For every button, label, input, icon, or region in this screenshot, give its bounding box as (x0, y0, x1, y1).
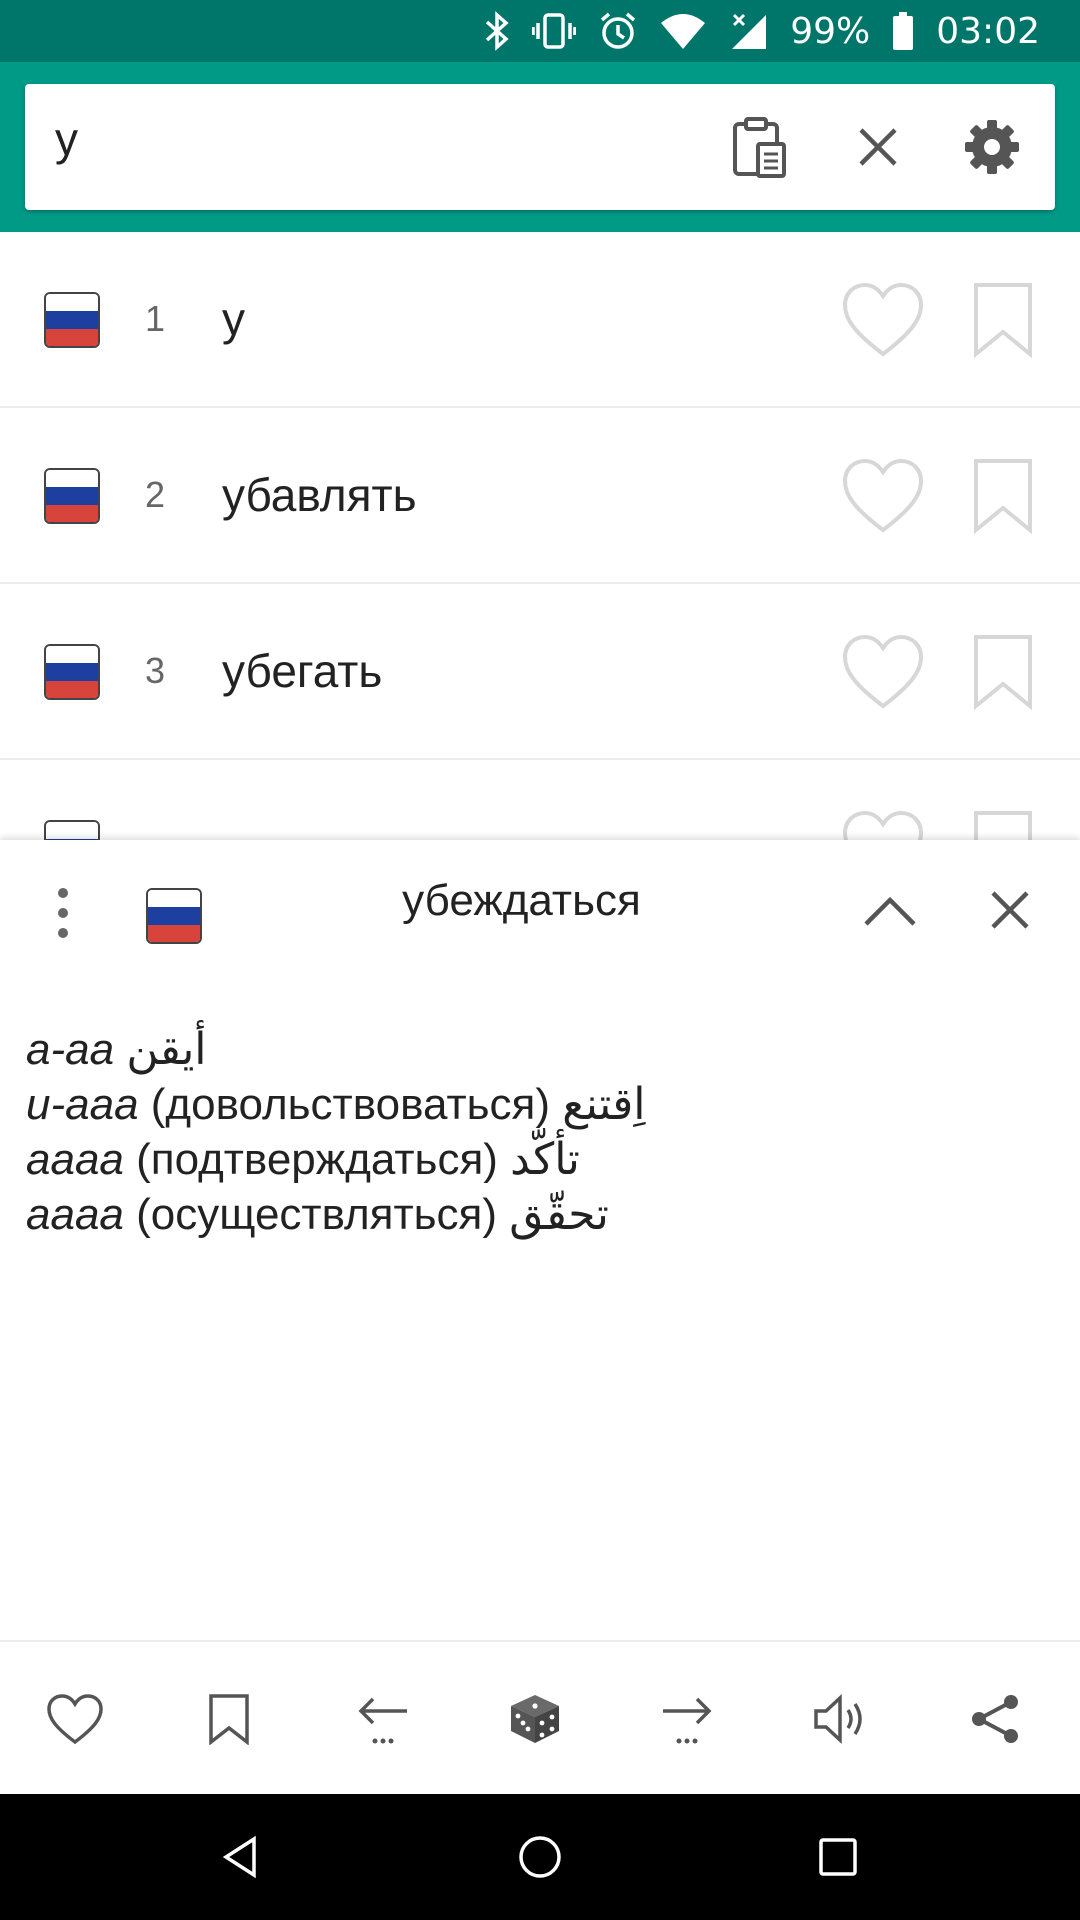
clipboard-icon (733, 117, 786, 178)
list-item-partial[interactable] (0, 760, 1080, 840)
word-list: 1 у 2 убавлять 3 убегать (0, 232, 1080, 840)
def-gloss: (довольствоваться) (150, 1080, 551, 1129)
share-icon (972, 1695, 1018, 1743)
bookmark-button[interactable] (194, 1684, 264, 1754)
bookmark-icon[interactable] (972, 634, 1034, 715)
clock: 03:02 (936, 10, 1040, 52)
random-button[interactable] (500, 1684, 570, 1754)
vibrate-icon (532, 11, 577, 51)
definition-list: а-аа أيقن и-ааа (довольствоваться) اِقتن… (26, 1022, 645, 1242)
signal-icon (728, 11, 768, 51)
item-word: убавлять (222, 469, 417, 521)
russian-flag-icon (44, 820, 100, 840)
alarm-icon (598, 11, 638, 51)
bookmark-icon[interactable] (972, 282, 1034, 363)
russian-flag-icon (44, 468, 100, 524)
nav-recents-button[interactable] (803, 1822, 873, 1892)
bookmark-icon[interactable] (972, 810, 1034, 840)
search-box[interactable]: у (25, 84, 1055, 210)
settings-button[interactable] (957, 112, 1027, 182)
search-input[interactable]: у (55, 112, 78, 166)
system-nav-bar (0, 1794, 1080, 1920)
clear-search-button[interactable] (843, 112, 913, 182)
item-number: 2 (145, 474, 166, 515)
screen: 99% 03:02 у 1 у 2 убавлять 3 убегать убе… (0, 0, 1080, 1920)
app-header: у (0, 62, 1080, 232)
def-translation: تأكّد (510, 1135, 580, 1184)
def-translation: أيقن (126, 1025, 207, 1074)
def-form: аааа (26, 1190, 124, 1239)
nav-back-button[interactable] (205, 1822, 275, 1892)
clipboard-button[interactable] (725, 112, 795, 182)
chevron-up-icon[interactable] (862, 890, 918, 935)
bluetooth-icon (484, 11, 510, 51)
item-number: 1 (145, 298, 166, 339)
heart-icon[interactable] (842, 282, 924, 363)
item-number: 3 (145, 650, 166, 691)
definition-line: аааа (осуществляться) تحقّق (26, 1187, 645, 1242)
bookmark-icon (209, 1694, 249, 1745)
def-gloss: (осуществляться) (136, 1190, 497, 1239)
item-word: у (222, 293, 245, 345)
def-translation: تحقّق (509, 1190, 609, 1239)
list-item[interactable]: 3 убегать (0, 584, 1080, 760)
def-form: аааа (26, 1135, 124, 1184)
pronounce-button[interactable] (806, 1684, 876, 1754)
nav-home-icon (519, 1836, 561, 1878)
list-item[interactable]: 2 убавлять (0, 408, 1080, 584)
detail-panel: убеждаться а-аа أيقن и-ааа (довольствова… (0, 840, 1080, 1640)
battery-icon (892, 11, 914, 51)
bottom-toolbar (0, 1640, 1080, 1794)
next-button[interactable] (652, 1684, 722, 1754)
clear-icon (859, 128, 897, 166)
dice-icon (511, 1695, 559, 1743)
heart-icon[interactable] (842, 810, 924, 840)
status-bar: 99% 03:02 (0, 0, 1080, 62)
nav-back-icon (222, 1835, 256, 1879)
list-item[interactable]: 1 у (0, 232, 1080, 408)
back-arrow-icon (358, 1697, 407, 1744)
bookmark-icon[interactable] (972, 458, 1034, 539)
heart-icon[interactable] (842, 458, 924, 539)
previous-button[interactable] (348, 1684, 418, 1754)
def-gloss: (подтверждаться) (136, 1135, 498, 1184)
russian-flag-icon (44, 644, 100, 700)
russian-flag-icon (44, 292, 100, 348)
forward-arrow-icon (663, 1697, 712, 1744)
nav-recents-icon (819, 1838, 857, 1876)
item-word: убегать (222, 645, 383, 697)
settings-icon (965, 120, 1019, 174)
heart-icon[interactable] (842, 634, 924, 715)
def-form: а-аа (26, 1025, 115, 1074)
nav-home-button[interactable] (505, 1822, 575, 1892)
definition-line: аааа (подтверждаться) تأكّد (26, 1132, 645, 1187)
def-translation: اِقتنع (562, 1080, 646, 1129)
speaker-icon (814, 1693, 862, 1745)
heart-icon (47, 1694, 103, 1745)
battery-percent: 99% (790, 10, 871, 52)
definition-line: и-ааа (довольствоваться) اِقتنع (26, 1077, 645, 1132)
def-form: и-ааа (26, 1080, 139, 1129)
share-button[interactable] (960, 1684, 1030, 1754)
favorite-button[interactable] (40, 1684, 110, 1754)
close-icon[interactable] (990, 890, 1030, 935)
wifi-icon (660, 11, 706, 51)
definition-line: а-аа أيقن (26, 1022, 645, 1077)
